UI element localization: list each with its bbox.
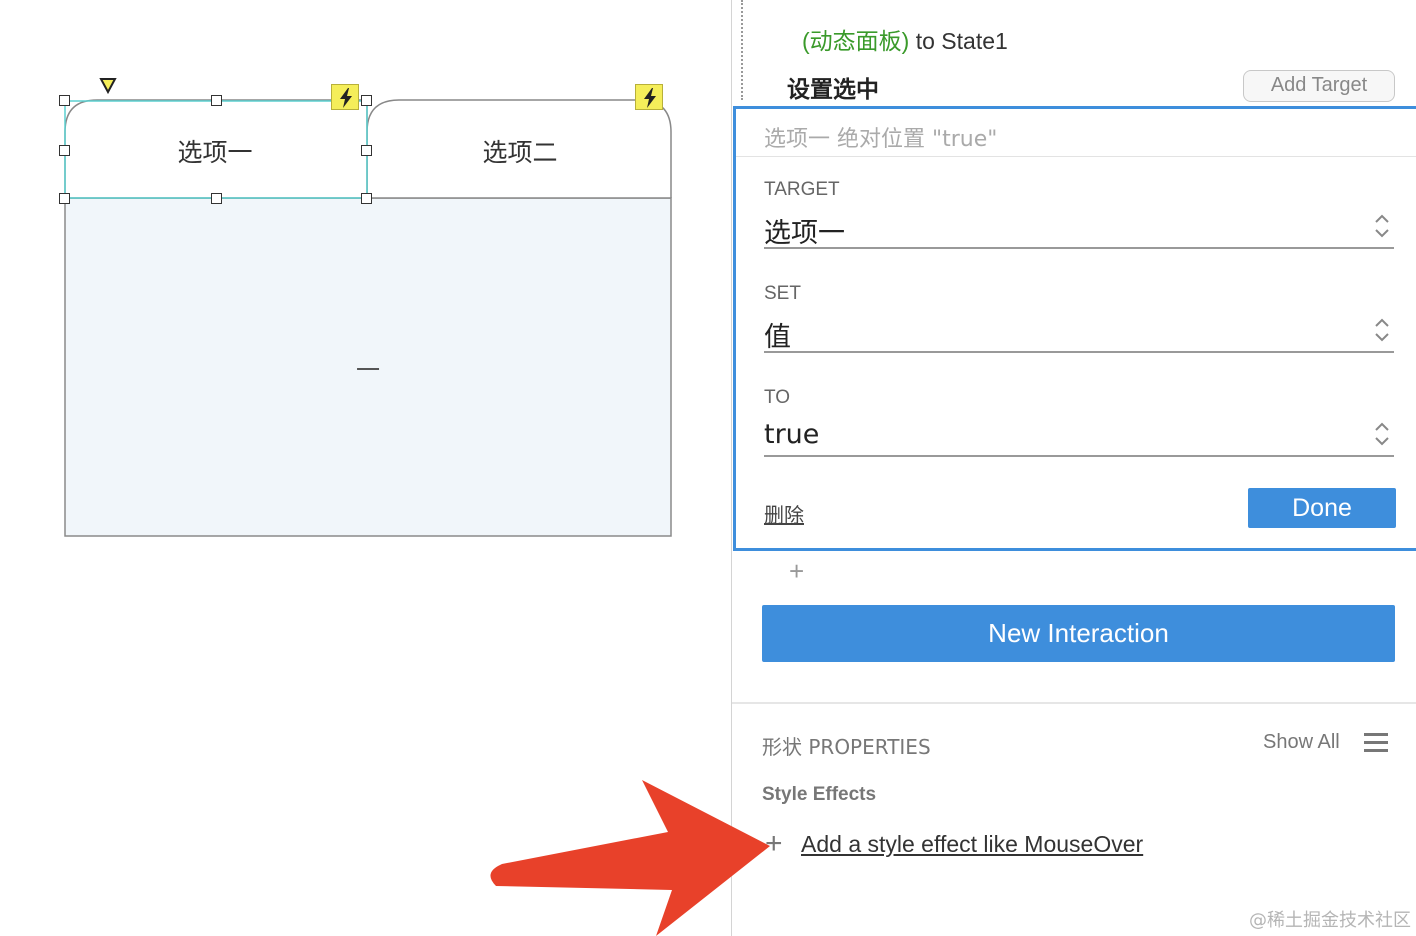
- watermark: @稀土掘金技术社区: [1249, 910, 1411, 931]
- add-action-plus-icon[interactable]: +: [789, 556, 804, 587]
- resize-handle-bottom-left[interactable]: [59, 193, 70, 204]
- interaction-bolt-icon[interactable]: [635, 84, 663, 110]
- stepper-icon: [1375, 214, 1389, 238]
- to-select[interactable]: true: [764, 419, 1394, 457]
- annotation-arrow-icon: [490, 780, 770, 936]
- resize-handle-bottom-right[interactable]: [361, 193, 372, 204]
- stepper-icon: [1375, 318, 1389, 342]
- to-label: TO: [764, 387, 791, 408]
- set-value: 值: [764, 322, 791, 353]
- resize-handle-bottom-center[interactable]: [211, 193, 222, 204]
- action-set-panel-state[interactable]: (动态面板) to State1: [802, 22, 1008, 56]
- action-editor: 选项一 绝对位置 "true" TARGET 选项一 SET 值 TO true…: [733, 106, 1416, 551]
- action-state-text: to State1: [909, 28, 1008, 54]
- to-value: true: [764, 419, 820, 450]
- properties-title: 形状 PROPERTIES: [762, 735, 931, 759]
- interactions-panel: (动态面板) to State1 设置选中 Add Target 选项一 绝对位…: [731, 0, 1416, 936]
- target-value: 选项一: [764, 218, 845, 249]
- tab-2-label[interactable]: 选项二: [455, 133, 585, 169]
- delete-link[interactable]: 删除: [764, 499, 804, 528]
- interaction-bolt-icon[interactable]: [331, 84, 359, 110]
- menu-icon[interactable]: [1364, 733, 1388, 753]
- resize-handle-middle-left[interactable]: [59, 145, 70, 156]
- tree-connector-line: [741, 0, 743, 100]
- anchor-triangle-icon: [99, 78, 117, 95]
- add-style-effect-link[interactable]: Add a style effect like MouseOver: [801, 831, 1143, 858]
- resize-handle-top-right[interactable]: [361, 95, 372, 106]
- resize-handle-top-center[interactable]: [211, 95, 222, 106]
- set-selected-title: 设置选中: [787, 77, 879, 103]
- add-target-button[interactable]: Add Target: [1243, 70, 1395, 102]
- resize-handle-middle-right[interactable]: [361, 145, 372, 156]
- new-interaction-button[interactable]: New Interaction: [762, 605, 1395, 662]
- done-button[interactable]: Done: [1248, 488, 1396, 528]
- show-all-link[interactable]: Show All: [1263, 731, 1340, 754]
- set-select[interactable]: 值: [764, 315, 1394, 353]
- action-target-green: (动态面板): [802, 28, 910, 54]
- stepper-icon: [1375, 422, 1389, 446]
- target-select[interactable]: 选项一: [764, 211, 1394, 249]
- target-label: TARGET: [764, 179, 840, 200]
- content-text: 一: [356, 356, 380, 384]
- tab-1-label[interactable]: 选项一: [150, 133, 280, 169]
- action-summary: 选项一 绝对位置 "true": [764, 127, 998, 152]
- resize-handle-top-left[interactable]: [59, 95, 70, 106]
- divider: [736, 156, 1416, 157]
- divider: [732, 702, 1416, 704]
- set-label: SET: [764, 283, 801, 304]
